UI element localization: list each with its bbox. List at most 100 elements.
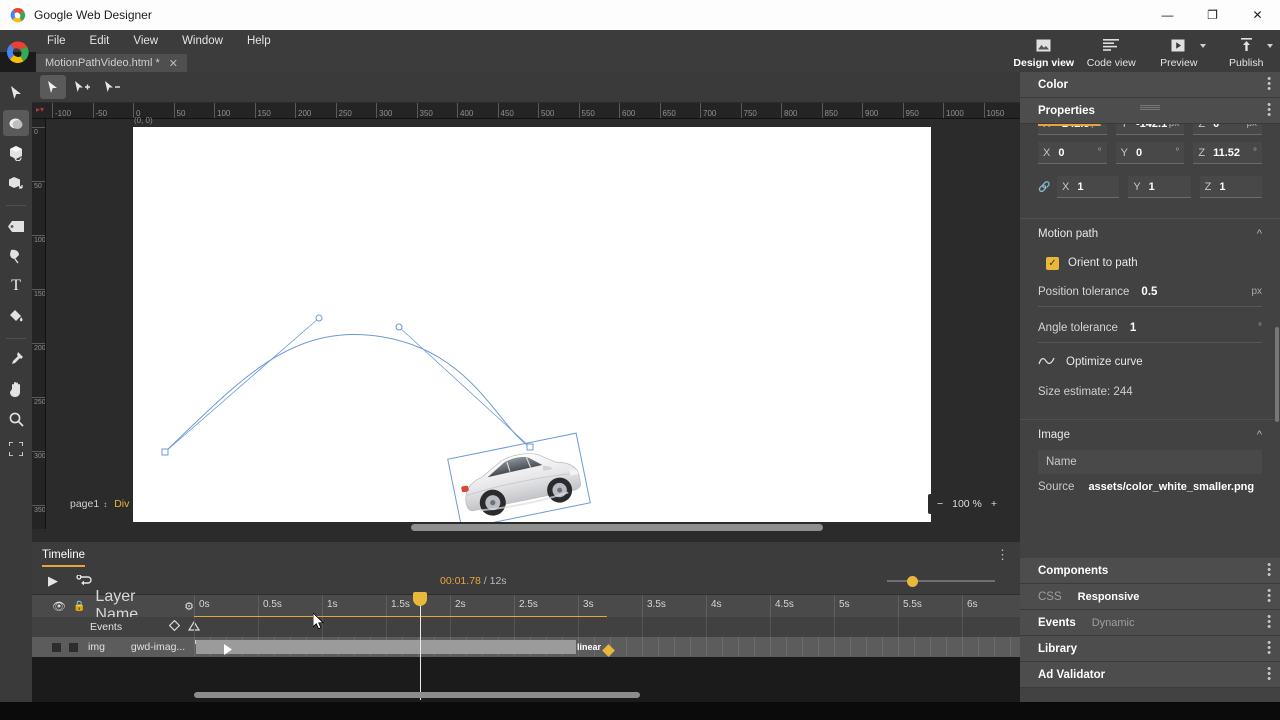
pen-tool[interactable] (3, 243, 29, 269)
add-anchor-tool[interactable] (70, 75, 96, 99)
design-canvas[interactable] (133, 127, 931, 522)
ruler-origin-icon[interactable]: ▸▾ (36, 105, 44, 114)
ad-validator-section-menu-icon[interactable]: • • • (1267, 664, 1271, 685)
eyedropper-tool[interactable] (3, 346, 29, 372)
paint-bucket-tool[interactable] (3, 303, 29, 329)
grid-line (898, 637, 899, 657)
color-section-header[interactable]: Color • • • (1020, 72, 1280, 98)
text-tool[interactable]: T (3, 273, 29, 299)
timeline-layer-row[interactable]: img gwd-imag... linear (32, 637, 1020, 657)
library-section-header[interactable]: Library • • • (1020, 636, 1280, 662)
orient-to-path-checkbox[interactable]: ✓ (1046, 256, 1059, 270)
gear-icon[interactable]: ⚙ (184, 600, 194, 613)
chevron-down-icon[interactable] (1267, 44, 1274, 48)
panel-resize-grip[interactable] (1140, 105, 1160, 110)
stage-horizontal-scrollbar[interactable] (133, 524, 931, 531)
components-section-menu-icon[interactable]: • • • (1267, 560, 1271, 581)
properties-section-menu-icon[interactable]: • • • (1267, 100, 1271, 121)
direct-select-tool[interactable] (40, 75, 66, 99)
orient-to-path-row[interactable]: ✓ Orient to path (1020, 249, 1280, 277)
menu-help[interactable]: Help (236, 32, 282, 50)
page-selector[interactable]: page1 ↕ Div (64, 494, 129, 514)
keyframe-start-icon[interactable] (224, 642, 233, 660)
menu-file[interactable]: File (36, 32, 77, 50)
rotate-y-field[interactable]: Y 0 ° (1115, 142, 1185, 164)
code-view-button[interactable]: Code view (1078, 36, 1144, 69)
timeline-menu-icon[interactable]: ⋮ (996, 547, 1010, 563)
preview-button[interactable]: Preview (1146, 36, 1212, 69)
optimize-curve-row[interactable]: Optimize curve (1020, 347, 1280, 377)
scale-z-field[interactable]: Z 1 (1199, 176, 1262, 198)
tag-tool[interactable] (3, 213, 29, 239)
close-button[interactable]: ✕ (1235, 0, 1280, 30)
grid-line (754, 637, 755, 657)
play-button[interactable]: ▶ (48, 573, 58, 589)
chevron-down-icon[interactable] (1199, 44, 1206, 48)
keyframe-end-icon[interactable] (602, 642, 615, 660)
image-header[interactable]: Image ^ (1020, 420, 1280, 450)
playhead-handle[interactable] (413, 592, 427, 606)
timeline-ruler[interactable]: 👁 🔒 Layer Name ⚙ 0s 0.5s 1s 1.5s 2s 2.5s 3s 3.5… (32, 588, 1020, 623)
menu-view[interactable]: View (122, 32, 169, 50)
scale-y-field[interactable]: Y 1 (1128, 176, 1191, 198)
design-view-button[interactable]: Design view (1011, 36, 1077, 69)
translate-z-field[interactable]: Z0px (1193, 124, 1263, 135)
angle-tolerance-label: Angle tolerance (1038, 321, 1118, 334)
color-section-menu-icon[interactable]: • • • (1267, 74, 1271, 95)
menu-edit[interactable]: Edit (79, 32, 121, 50)
image-title: Image (1038, 429, 1070, 441)
link-icon[interactable]: 🔗 (1038, 182, 1051, 193)
image-source-row[interactable]: Source assets/color_white_smaller.png (1038, 474, 1262, 500)
timeline-events-row[interactable]: Events (32, 617, 1020, 637)
eye-icon[interactable]: 👁 (52, 600, 66, 613)
lock-icon[interactable]: 🔒 (73, 601, 85, 612)
position-tolerance-row[interactable]: Position tolerance 0.5 px (1038, 277, 1262, 307)
events-section-header[interactable]: Events Dynamic • • • (1020, 610, 1280, 636)
timeline-zoom-slider[interactable] (877, 574, 1005, 588)
angle-tolerance-row[interactable]: Angle tolerance 1 ° (1038, 313, 1262, 343)
css-section-header[interactable]: CSS Responsive • • • (1020, 584, 1280, 610)
publish-button[interactable]: Publish (1213, 36, 1279, 69)
ad-validator-section-header[interactable]: Ad Validator • • • (1020, 662, 1280, 688)
zoom-in-button[interactable]: + (991, 498, 997, 510)
maximize-button[interactable]: ❐ (1190, 0, 1235, 30)
minimize-button[interactable]: — (1145, 0, 1190, 30)
chevron-updown-icon[interactable]: ↕ (103, 500, 107, 509)
layer-visibility-toggle[interactable] (52, 642, 61, 652)
fullscreen-tool[interactable] (3, 436, 29, 462)
motion-path-header[interactable]: Motion path ^ (1020, 219, 1280, 249)
timeline-horizontal-scrollbar[interactable] (194, 692, 1020, 698)
css-section-menu-icon[interactable]: • • • (1267, 586, 1271, 607)
layer-lock-toggle[interactable] (69, 642, 78, 652)
document-tab[interactable]: MotionPathVideo.html * ✕ (36, 54, 187, 72)
components-section-title: Components (1038, 564, 1109, 577)
loop-button[interactable] (76, 573, 92, 589)
rotate-x-field[interactable]: X 0 ° (1038, 142, 1107, 164)
events-section-menu-icon[interactable]: • • • (1267, 612, 1271, 633)
ruler-tick: 100 (32, 235, 46, 244)
add-event-icon[interactable] (168, 618, 181, 636)
menu-window[interactable]: Window (171, 32, 234, 50)
scale-x-field[interactable]: X 1 (1057, 176, 1120, 198)
sub-toolbar (32, 72, 1020, 102)
properties-section-header[interactable]: Properties • • • (1020, 98, 1280, 124)
slider-knob[interactable] (907, 575, 918, 587)
components-section-header[interactable]: Components • • • (1020, 558, 1280, 584)
shape-tool[interactable] (3, 110, 29, 136)
selection-tool[interactable] (3, 80, 29, 106)
rotate-z-field[interactable]: Z 11.52 ° (1193, 142, 1263, 164)
animation-bar[interactable] (196, 640, 576, 654)
close-icon[interactable]: ✕ (169, 57, 178, 70)
library-section-menu-icon[interactable]: • • • (1267, 638, 1271, 659)
chevron-up-icon[interactable]: ^ (1257, 228, 1262, 240)
hand-tool[interactable] (3, 376, 29, 402)
3d-translate-tool[interactable] (3, 170, 29, 196)
zoom-tool[interactable] (3, 406, 29, 432)
chevron-up-icon[interactable]: ^ (1257, 429, 1262, 441)
properties-scrollbar[interactable] (1275, 327, 1279, 422)
image-name-field[interactable]: Name (1038, 450, 1262, 474)
3d-rotate-tool[interactable] (3, 140, 29, 166)
remove-anchor-tool[interactable] (100, 75, 126, 99)
zoom-out-button[interactable]: − (937, 498, 943, 510)
translate-y-field[interactable]: Y-142.1px (1115, 124, 1185, 135)
